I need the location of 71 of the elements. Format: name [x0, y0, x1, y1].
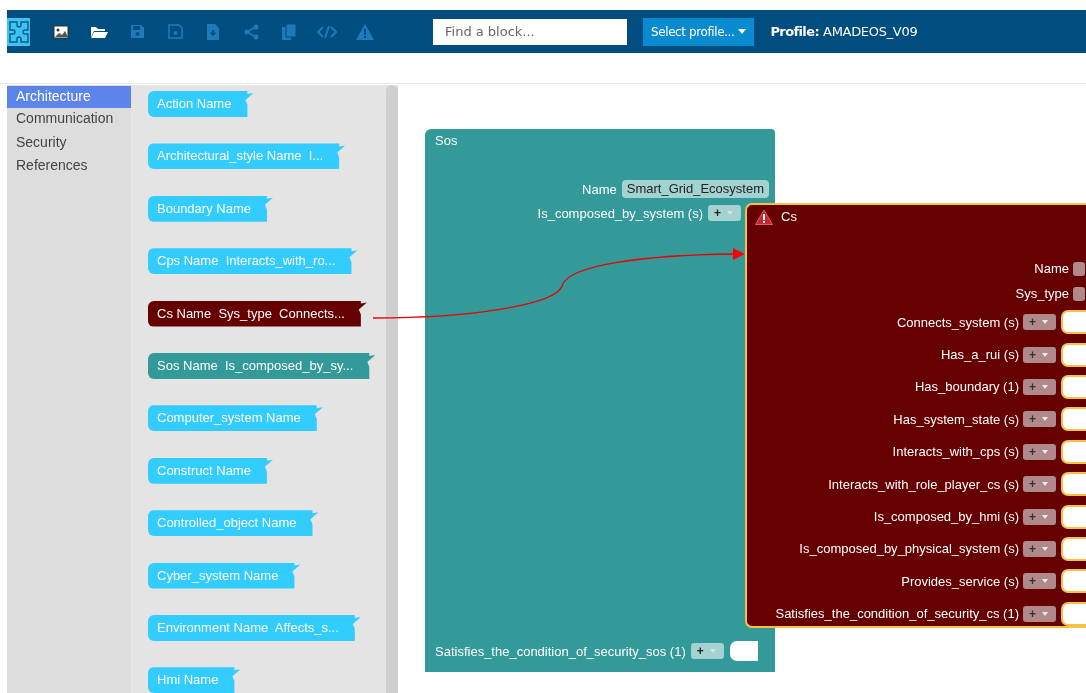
profile-name: AMADEOS_V09 [823, 24, 918, 39]
input-socket[interactable] [1061, 472, 1086, 497]
field-label: Interacts_with_role_player_cs (s) [828, 476, 1019, 492]
field-label: Satisfies_the_condition_of_security_sos (1) [435, 643, 686, 659]
input-socket[interactable] [1061, 439, 1086, 464]
field-label: Is_composed_by_hmi (s) [873, 509, 1019, 525]
input-socket[interactable] [1061, 310, 1086, 335]
input-socket[interactable] [1061, 536, 1086, 561]
search-field[interactable]: Find a block... [433, 18, 627, 45]
input-socket[interactable] [1061, 504, 1086, 529]
puzzle-icon[interactable] [7, 17, 30, 46]
text-field[interactable] [1073, 261, 1085, 276]
caret-icon [1042, 579, 1048, 584]
caret-icon [1042, 320, 1048, 325]
add-dropdown[interactable]: + [1023, 573, 1056, 590]
add-dropdown[interactable]: + [1023, 476, 1056, 493]
caret-icon [709, 649, 716, 653]
block[interactable]: Sos Name Smart_Grid_Ecosystem Is_composed_by_system (s) + Satisfies_the_condition_of_security_sos (1) + [425, 129, 775, 672]
category-item[interactable]: References [7, 155, 131, 179]
caret-icon [727, 211, 733, 215]
input-socket[interactable] [1061, 569, 1086, 594]
block[interactable]: Sos Name Is_composed_by_sy... [148, 352, 376, 379]
field-label: Is_composed_by_physical_system (s) [799, 541, 1019, 557]
field-label: Connects_system (s) [896, 314, 1019, 330]
caret-icon [738, 29, 747, 34]
select-profile-button[interactable]: Select profile... [643, 17, 755, 46]
caret-icon [1042, 514, 1048, 519]
field-label: Provides_service (s) [901, 573, 1019, 589]
add-dropdown[interactable]: + [690, 643, 724, 659]
profile-label: Profile: [770, 24, 820, 39]
category-item[interactable]: Security [7, 131, 131, 155]
field-label: Satisfies_the_condition_of_security_cs (1) [775, 606, 1019, 622]
field-label: Interacts_with_cps (s) [892, 444, 1019, 460]
add-dropdown[interactable]: + [1023, 378, 1056, 395]
category-item[interactable]: Architecture [7, 86, 131, 108]
warning-icon[interactable] [755, 209, 773, 225]
block[interactable]: Cs Name Sys_type Connects... [148, 300, 367, 327]
text-field[interactable] [1073, 286, 1085, 301]
caret-icon [1042, 482, 1048, 487]
field-label: Name [582, 181, 617, 197]
add-dropdown[interactable]: + [1023, 443, 1056, 460]
caret-icon [1042, 611, 1048, 616]
caret-icon [1042, 384, 1048, 389]
field-label: Has_system_state (s) [893, 411, 1019, 427]
block[interactable] [745, 203, 1086, 628]
field-label: Name [1034, 261, 1069, 276]
add-dropdown[interactable]: + [1023, 411, 1056, 428]
add-dropdown[interactable]: + [1023, 508, 1056, 525]
field-label: Is_composed_by_system (s) [537, 205, 703, 221]
block-title: Sos [434, 132, 459, 150]
input-socket[interactable] [1061, 374, 1086, 399]
input-socket[interactable] [729, 641, 758, 661]
add-dropdown[interactable]: + [1023, 346, 1056, 363]
input-socket[interactable] [1061, 407, 1086, 432]
scrollbar[interactable] [386, 85, 398, 693]
caret-icon [1042, 449, 1048, 454]
block-title: Cs [781, 209, 797, 225]
category-item[interactable]: Communication [7, 108, 131, 132]
caret-icon [1042, 546, 1048, 551]
input-socket[interactable] [1061, 601, 1086, 626]
caret-icon [1042, 417, 1048, 422]
field-label: Has_a_rui (s) [940, 347, 1019, 363]
add-dropdown[interactable]: + [1023, 540, 1056, 557]
add-dropdown[interactable]: + [1023, 605, 1056, 622]
field-label: Has_boundary (1) [914, 379, 1019, 395]
input-socket[interactable] [1061, 342, 1086, 367]
caret-icon [1042, 352, 1048, 357]
add-dropdown[interactable]: + [708, 205, 741, 221]
name-field[interactable]: Smart_Grid_Ecosystem [621, 180, 769, 198]
add-dropdown[interactable]: + [1023, 314, 1056, 331]
field-label: Sys_type [1015, 286, 1069, 301]
